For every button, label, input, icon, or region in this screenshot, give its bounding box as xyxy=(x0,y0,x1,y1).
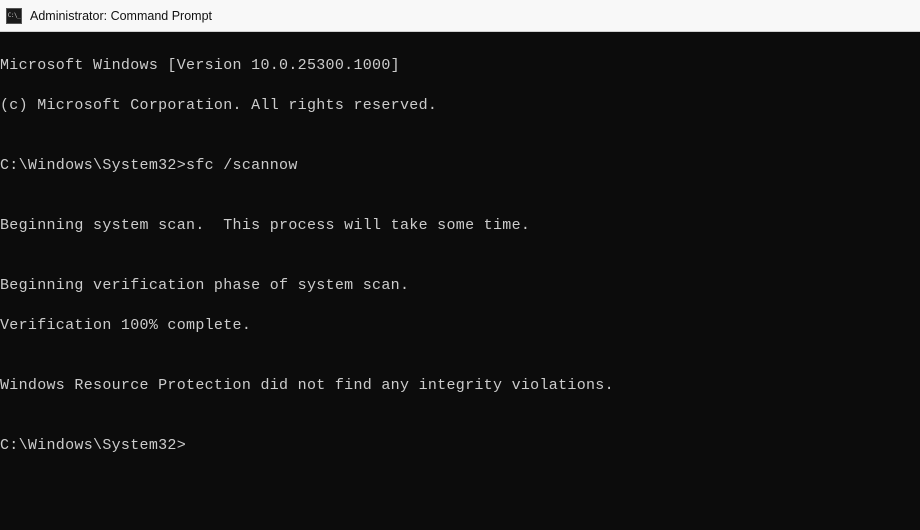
cmd-icon xyxy=(6,8,22,24)
titlebar[interactable]: Administrator: Command Prompt xyxy=(0,0,920,32)
window-title: Administrator: Command Prompt xyxy=(30,9,212,23)
command-line: C:\Windows\System32>sfc /scannow xyxy=(0,156,920,176)
output-line: (c) Microsoft Corporation. All rights re… xyxy=(0,96,920,116)
output-line: Beginning system scan. This process will… xyxy=(0,216,920,236)
output-line: Microsoft Windows [Version 10.0.25300.10… xyxy=(0,56,920,76)
terminal-output[interactable]: Microsoft Windows [Version 10.0.25300.10… xyxy=(0,32,920,530)
output-line: Windows Resource Protection did not find… xyxy=(0,376,920,396)
output-line: Beginning verification phase of system s… xyxy=(0,276,920,296)
command-text: sfc /scannow xyxy=(186,157,298,174)
prompt-text: C:\Windows\System32> xyxy=(0,157,186,174)
prompt-line: C:\Windows\System32> xyxy=(0,436,920,456)
output-line: Verification 100% complete. xyxy=(0,316,920,336)
